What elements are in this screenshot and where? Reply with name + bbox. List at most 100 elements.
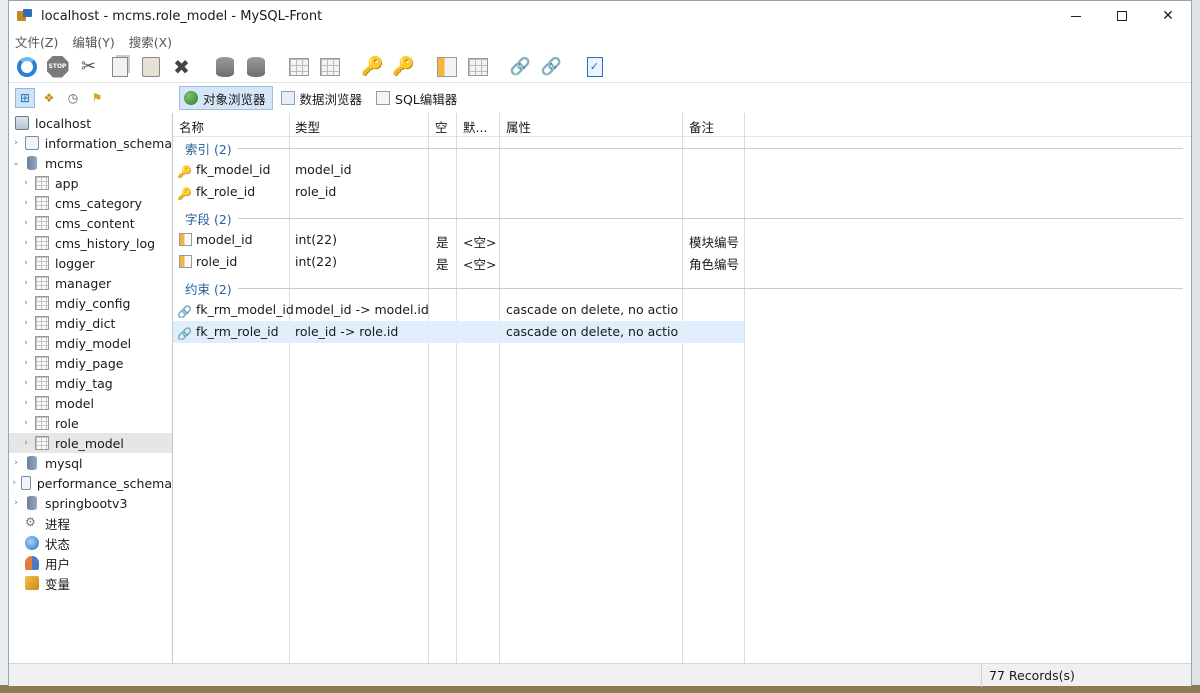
- tree-node-performance-schema[interactable]: › performance_schema: [9, 473, 172, 493]
- table-row[interactable]: 🔗 fk_rm_model_id model_id -> model.id cas…: [173, 299, 744, 321]
- tab-data-browser[interactable]: 数据浏览器: [277, 86, 369, 110]
- add-field-button[interactable]: [433, 53, 460, 80]
- tree-node-table[interactable]: › role: [9, 413, 172, 433]
- expand-arrow-icon[interactable]: ›: [21, 278, 31, 288]
- drop-database-button[interactable]: [242, 53, 269, 80]
- tree-node-table[interactable]: › mdiy_page: [9, 353, 172, 373]
- status-bar: 77 Records(s): [9, 663, 1191, 687]
- tree-node-variables[interactable]: 变量: [9, 573, 172, 593]
- expand-arrow-icon[interactable]: ›: [21, 438, 31, 448]
- close-button[interactable]: ✕: [1145, 1, 1191, 31]
- add-foreign-key-button[interactable]: 🔗: [507, 53, 534, 80]
- foreign-key-add-icon: 🔗: [509, 56, 532, 77]
- tree-node-springbootv3[interactable]: › springbootv3: [9, 493, 172, 513]
- expand-arrow-icon[interactable]: ›: [21, 418, 31, 428]
- delete-field-button[interactable]: [464, 53, 491, 80]
- tree-node-table[interactable]: › app: [9, 173, 172, 193]
- cell-name: role_id: [196, 254, 238, 269]
- tab-sql-editor[interactable]: SQL编辑器: [372, 86, 463, 110]
- column-header-default[interactable]: 默...: [463, 117, 487, 136]
- table-row[interactable]: model_id int(22) 是 <空> 模块编号: [173, 229, 744, 251]
- tab-sql-editor-label: SQL编辑器: [395, 91, 458, 107]
- add-index-button[interactable]: 🔑: [359, 53, 386, 80]
- expand-arrow-icon[interactable]: ›: [21, 378, 31, 388]
- key-edit-icon: 🔑: [392, 56, 415, 77]
- history-button[interactable]: ◷: [63, 88, 83, 108]
- column-header-name[interactable]: 名称: [179, 117, 204, 136]
- app-logo-icon: [17, 9, 33, 23]
- cut-button[interactable]: ✂: [75, 53, 102, 80]
- expand-arrow-icon[interactable]: ›: [11, 458, 21, 468]
- column-header-attributes[interactable]: 属性: [506, 117, 531, 136]
- table-icon: [35, 176, 49, 190]
- expand-arrow-icon[interactable]: ›: [21, 198, 31, 208]
- tree-node-mcms[interactable]: ⌄ mcms: [9, 153, 172, 173]
- tab-object-browser[interactable]: 对象浏览器: [179, 86, 273, 110]
- expand-arrow-icon[interactable]: ›: [21, 338, 31, 348]
- table-row[interactable]: 🔑 fk_model_id model_id: [173, 159, 744, 181]
- tree-node-mysql[interactable]: › mysql: [9, 453, 172, 473]
- minimize-button[interactable]: [1053, 1, 1099, 31]
- tree-node-table-selected[interactable]: › role_model: [9, 433, 172, 453]
- tree-node-status[interactable]: 状态: [9, 533, 172, 553]
- tree-node-table[interactable]: › model: [9, 393, 172, 413]
- hierarchy-button[interactable]: ❖: [39, 88, 59, 108]
- tree-node-table[interactable]: › mdiy_model: [9, 333, 172, 353]
- checklist-button[interactable]: ✓: [581, 53, 608, 80]
- copy-button[interactable]: [106, 53, 133, 80]
- expand-arrow-icon[interactable]: ›: [21, 178, 31, 188]
- tree-node-table[interactable]: › cms_content: [9, 213, 172, 233]
- tree-node-localhost[interactable]: localhost: [9, 113, 172, 133]
- refresh-button[interactable]: [13, 53, 40, 80]
- expand-arrow-icon[interactable]: ›: [11, 138, 21, 148]
- table-row[interactable]: 🔑 fk_role_id role_id: [173, 181, 744, 203]
- stop-button[interactable]: STOP: [44, 53, 71, 80]
- tab-data-browser-label: 数据浏览器: [299, 91, 363, 107]
- menu-search[interactable]: 搜索(X): [129, 32, 172, 51]
- menu-edit[interactable]: 编辑(Y): [72, 32, 114, 51]
- expand-arrow-icon[interactable]: ›: [21, 318, 31, 328]
- new-table-button[interactable]: [285, 53, 312, 80]
- column-header-comment[interactable]: 备注: [689, 117, 714, 136]
- expand-arrow-icon[interactable]: ›: [11, 498, 21, 508]
- menu-file[interactable]: 文件(Z): [15, 32, 58, 51]
- maximize-button[interactable]: [1099, 1, 1145, 31]
- expand-arrow-icon[interactable]: ›: [21, 298, 31, 308]
- table-row[interactable]: role_id int(22) 是 <空> 角色编号: [173, 251, 744, 273]
- edit-foreign-key-button[interactable]: 🔗: [538, 53, 565, 80]
- tree-node-table[interactable]: › mdiy_tag: [9, 373, 172, 393]
- new-database-button[interactable]: [211, 53, 238, 80]
- tree-node-table[interactable]: › cms_history_log: [9, 233, 172, 253]
- tree-node-table[interactable]: › mdiy_dict: [9, 313, 172, 333]
- tree-node-table[interactable]: › mdiy_config: [9, 293, 172, 313]
- expand-arrow-icon[interactable]: ›: [21, 218, 31, 228]
- tree-node-table[interactable]: › cms_category: [9, 193, 172, 213]
- tree-node-users[interactable]: 用户: [9, 553, 172, 573]
- bookmarks-button[interactable]: ⚑: [87, 88, 107, 108]
- collapse-arrow-icon[interactable]: ⌄: [11, 158, 21, 168]
- title-bar: localhost - mcms.role_model - MySQL-Fron…: [9, 1, 1191, 31]
- column-divider[interactable]: [744, 113, 745, 663]
- tree-node-information-schema[interactable]: › information_schema: [9, 133, 172, 153]
- expand-arrow-icon[interactable]: ›: [21, 358, 31, 368]
- expand-arrow-icon[interactable]: ›: [21, 398, 31, 408]
- desktop-left-edge: [0, 0, 8, 693]
- cell-name: fk_rm_model_id: [195, 302, 294, 317]
- tree-node-table[interactable]: › manager: [9, 273, 172, 293]
- table-row-selected[interactable]: 🔗 fk_rm_role_id role_id -> role.id cascad…: [173, 321, 744, 343]
- group-title: 约束 (2): [185, 281, 232, 297]
- column-header-type[interactable]: 类型: [295, 117, 320, 136]
- drop-table-button[interactable]: [316, 53, 343, 80]
- tree-node-processes[interactable]: ⚙ 进程: [9, 513, 172, 533]
- expand-arrow-icon[interactable]: ›: [21, 258, 31, 268]
- tree-node-table[interactable]: › logger: [9, 253, 172, 273]
- edit-index-button[interactable]: 🔑: [390, 53, 417, 80]
- cell-type: role_id -> role.id: [295, 324, 399, 339]
- tree-view-button[interactable]: ⊞: [15, 88, 35, 108]
- expand-arrow-icon[interactable]: ›: [21, 238, 31, 248]
- expand-arrow-icon[interactable]: ›: [11, 478, 17, 488]
- paste-button[interactable]: [137, 53, 164, 80]
- delete-button[interactable]: ✖: [168, 53, 195, 80]
- tree-node-label: localhost: [35, 115, 92, 131]
- column-header-null[interactable]: 空: [435, 117, 448, 136]
